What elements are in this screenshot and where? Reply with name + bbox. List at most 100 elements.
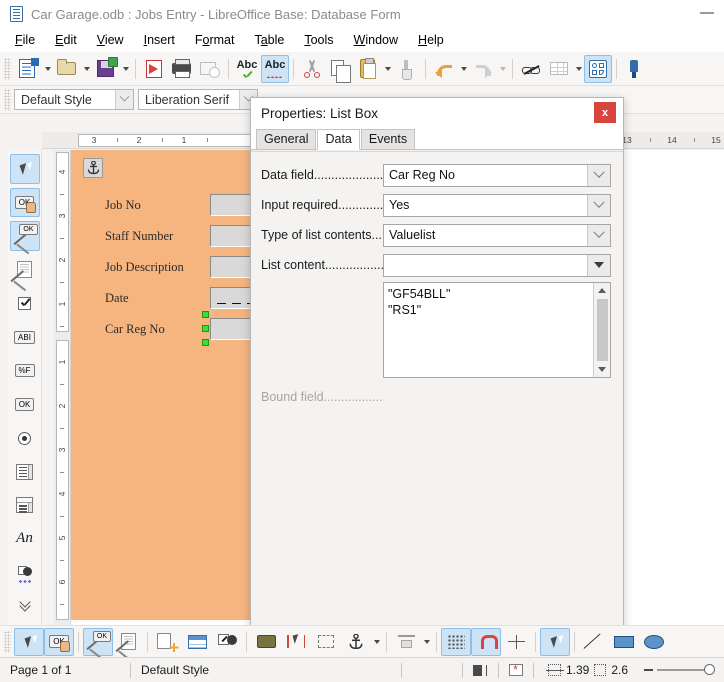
list-scrollbar[interactable] <box>593 283 610 377</box>
insert-table-icon[interactable] <box>545 55 573 83</box>
menu-view[interactable]: View <box>88 31 133 49</box>
type-of-list-contents-dropdown[interactable]: Valuelist <box>383 223 611 247</box>
rectangle-icon[interactable] <box>609 628 639 656</box>
copy-icon[interactable] <box>326 55 354 83</box>
automatic-control-focus-icon[interactable] <box>281 628 311 656</box>
helplines-while-moving-icon[interactable] <box>501 628 531 656</box>
redo-icon[interactable] <box>469 55 497 83</box>
form-properties-icon[interactable] <box>152 628 182 656</box>
list-box-icon[interactable] <box>10 457 40 487</box>
menu-help[interactable]: Help <box>409 31 453 49</box>
align-objects-dropdown-icon[interactable] <box>421 628 432 656</box>
display-grid-icon[interactable] <box>441 627 471 656</box>
list-item[interactable]: "RS1" <box>388 302 610 318</box>
save-document-icon[interactable] <box>92 55 120 83</box>
control-wizards-icon[interactable]: OK <box>9 221 40 255</box>
check-box-icon[interactable] <box>10 289 40 319</box>
combo-box-icon[interactable] <box>10 491 40 521</box>
list-content-editor[interactable]: "GF54BLL" "RS1" <box>383 282 611 378</box>
spelling-icon[interactable]: Abc <box>233 55 261 83</box>
zoom-slider[interactable] <box>644 664 719 676</box>
print-icon[interactable] <box>168 55 196 83</box>
formatbar-grip[interactable] <box>4 88 11 111</box>
snap-to-grid-icon[interactable] <box>471 627 501 656</box>
data-field-dropdown[interactable]: Car Reg No <box>383 163 611 187</box>
insert-hyperlink-icon[interactable] <box>517 55 545 83</box>
document-modified-icon[interactable] <box>499 662 533 677</box>
design-mode-icon[interactable]: OK <box>44 627 74 656</box>
design-mode-icon[interactable]: OK <box>9 187 40 218</box>
anchor-dropdown-icon[interactable] <box>371 628 382 656</box>
auto-spellcheck-icon[interactable]: Abc <box>261 54 289 83</box>
undo-icon[interactable] <box>430 55 458 83</box>
zoom-track[interactable] <box>657 664 716 676</box>
form-navigator-icon[interactable] <box>182 628 212 656</box>
select-tool-icon[interactable] <box>14 627 44 656</box>
bottombar-grip[interactable] <box>4 630 11 653</box>
position-size-icon[interactable] <box>311 628 341 656</box>
align-objects-icon[interactable] <box>391 628 421 656</box>
redo-dropdown-icon[interactable] <box>497 55 508 83</box>
add-field-icon[interactable] <box>251 628 281 656</box>
menu-edit[interactable]: Edit <box>46 31 86 49</box>
push-button-icon[interactable]: OK <box>10 390 40 420</box>
menu-window[interactable]: Window <box>345 31 407 49</box>
more-controls-icon[interactable] <box>10 558 40 588</box>
dropdown-arrow-icon[interactable] <box>587 254 610 276</box>
form-design-icon[interactable] <box>9 255 40 293</box>
zoom-out-icon[interactable] <box>644 669 654 671</box>
menu-tools[interactable]: Tools <box>295 31 342 49</box>
list-box-properties-dialog[interactable]: Properties: List Box x General Data Even… <box>250 97 624 637</box>
insert-table-dropdown-icon[interactable] <box>573 55 584 83</box>
tab-data[interactable]: Data <box>317 129 360 150</box>
scroll-up-icon[interactable] <box>594 283 611 298</box>
open-document-icon[interactable] <box>53 55 81 83</box>
export-pdf-icon[interactable] <box>140 55 168 83</box>
paste-icon[interactable] <box>354 55 382 83</box>
selection-handles[interactable] <box>202 311 211 347</box>
scrollbar-thumb[interactable] <box>596 299 608 361</box>
input-required-dropdown[interactable]: Yes <box>383 193 611 217</box>
tab-events[interactable]: Events <box>360 129 416 149</box>
clone-formatting-icon[interactable] <box>393 55 421 83</box>
save-document-dropdown-icon[interactable] <box>120 55 131 83</box>
list-content-dropdown[interactable] <box>383 253 611 277</box>
tab-general[interactable]: General <box>256 129 317 149</box>
form-design-tools-icon[interactable] <box>584 54 612 83</box>
open-document-dropdown-icon[interactable] <box>81 55 92 83</box>
font-name-combo[interactable]: Liberation Serif <box>138 89 258 110</box>
ellipse-icon[interactable] <box>639 628 669 656</box>
paragraph-style-combo[interactable]: Default Style <box>14 89 134 110</box>
formatted-field-icon[interactable]: %F <box>10 356 40 386</box>
chevron-down-icon[interactable] <box>587 224 610 246</box>
menu-insert[interactable]: Insert <box>135 31 184 49</box>
new-document-icon[interactable] <box>14 55 42 83</box>
close-icon[interactable]: x <box>594 102 616 123</box>
selection-mode-icon[interactable] <box>463 664 498 676</box>
label-field-icon[interactable]: ABI <box>10 322 40 352</box>
option-button-icon[interactable] <box>10 423 40 453</box>
expand-toolbar-icon[interactable] <box>10 591 40 621</box>
activation-order-icon[interactable] <box>212 628 242 656</box>
label-an-icon[interactable]: An <box>10 524 40 554</box>
chevron-down-icon[interactable] <box>587 164 610 186</box>
menu-table[interactable]: Table <box>245 31 293 49</box>
select-tool-icon[interactable] <box>9 154 40 184</box>
new-document-dropdown-icon[interactable] <box>42 55 53 83</box>
highlighting-icon[interactable] <box>621 55 649 83</box>
anchor-icon[interactable] <box>341 628 371 656</box>
select-objects-icon[interactable] <box>540 627 570 656</box>
form-design-icon[interactable] <box>113 628 143 662</box>
zoom-knob[interactable] <box>704 664 716 676</box>
cut-icon[interactable] <box>298 55 326 83</box>
minimize-button[interactable] <box>700 12 714 14</box>
toolbar-grip[interactable] <box>4 57 11 80</box>
menu-file[interactable]: File <box>6 31 44 49</box>
list-item[interactable]: "GF54BLL" <box>388 286 610 302</box>
status-style[interactable]: Default Style <box>131 663 401 677</box>
scroll-down-icon[interactable] <box>594 362 611 377</box>
vertical-ruler[interactable]: 4 3 2 1 1 2 3 4 5 6 <box>54 150 71 625</box>
chevron-down-icon[interactable] <box>587 194 610 216</box>
paste-dropdown-icon[interactable] <box>382 55 393 83</box>
undo-dropdown-icon[interactable] <box>458 55 469 83</box>
